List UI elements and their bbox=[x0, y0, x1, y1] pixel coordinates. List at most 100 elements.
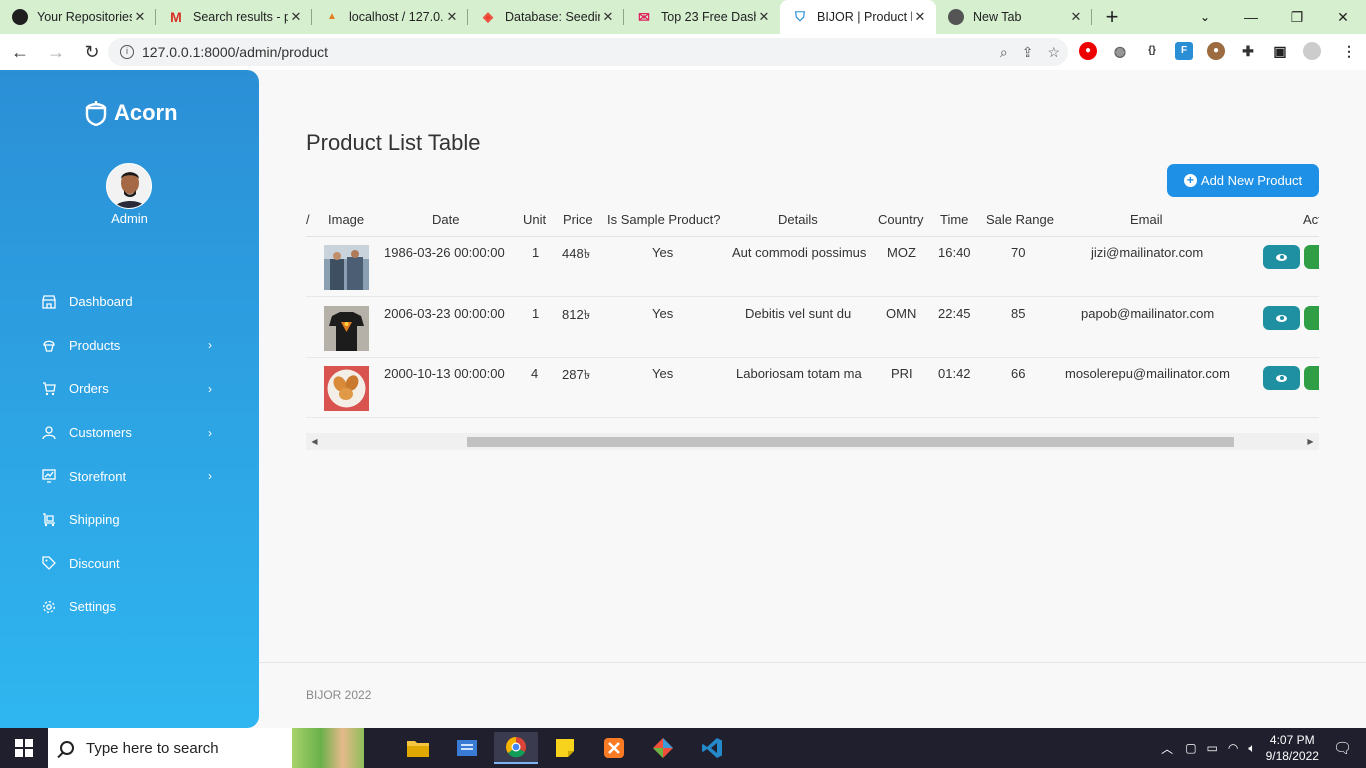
sidebar-item-dashboard[interactable]: Dashboard bbox=[42, 280, 222, 324]
scrollbar-thumb[interactable] bbox=[467, 437, 1234, 447]
browser-tab[interactable]: M Search results - p ✕ bbox=[156, 0, 312, 34]
notes-app-icon[interactable] bbox=[445, 732, 489, 764]
sticky-notes-icon[interactable] bbox=[543, 732, 587, 764]
wifi-icon[interactable]: ◠ bbox=[1228, 741, 1238, 755]
close-tab-icon[interactable]: ✕ bbox=[1068, 9, 1084, 25]
column-header: Sale Range bbox=[986, 212, 1054, 227]
gear-icon bbox=[42, 600, 56, 614]
browser-tab[interactable]: ◈ Database: Seedin ✕ bbox=[468, 0, 624, 34]
git-gui-icon[interactable] bbox=[641, 732, 685, 764]
chrome-taskbar-icon[interactable] bbox=[494, 732, 538, 764]
close-tab-icon[interactable]: ✕ bbox=[912, 9, 928, 25]
profile-avatar-icon[interactable] bbox=[1303, 42, 1321, 60]
meet-now-icon[interactable]: ▢ bbox=[1185, 741, 1196, 755]
browser-tab-active[interactable]: ⛉ BIJOR | Product li ✕ bbox=[780, 0, 936, 34]
cell-time: 16:40 bbox=[938, 245, 971, 260]
forward-icon[interactable]: → bbox=[40, 36, 72, 68]
new-tab-button[interactable]: + bbox=[1092, 0, 1132, 34]
sidebar-item-label: Dashboard bbox=[69, 294, 133, 310]
side-panel-icon[interactable]: ▣ bbox=[1271, 42, 1289, 60]
close-tab-icon[interactable]: ✕ bbox=[288, 9, 304, 25]
cookie-extension-icon[interactable]: ● bbox=[1207, 42, 1225, 60]
store-icon bbox=[42, 295, 56, 309]
column-header: Time bbox=[940, 212, 969, 227]
close-tab-icon[interactable]: ✕ bbox=[600, 9, 616, 25]
site-info-icon[interactable]: i bbox=[120, 45, 134, 59]
view-button[interactable] bbox=[1263, 306, 1300, 330]
adblock-extension-icon[interactable]: ● bbox=[1079, 42, 1097, 60]
brand-logo[interactable]: Acorn bbox=[84, 100, 178, 126]
zoom-icon[interactable]: ⌕ bbox=[1000, 44, 1008, 61]
chrome-menu-icon[interactable]: ⋮ bbox=[1340, 42, 1358, 60]
reload-icon[interactable]: ↻ bbox=[76, 36, 108, 68]
browser-tab[interactable]: New Tab ✕ bbox=[936, 0, 1092, 34]
eye-icon bbox=[1276, 374, 1287, 382]
horizontal-scrollbar[interactable]: ◀ ▶ bbox=[306, 433, 1319, 450]
show-hidden-icons-icon[interactable]: ︿ bbox=[1161, 740, 1173, 757]
sidebar-item-settings[interactable]: Settings bbox=[42, 585, 222, 629]
cell-details: Debitis vel sunt du bbox=[745, 306, 852, 321]
browser-tab[interactable]: ✉ Top 23 Free Dash ✕ bbox=[624, 0, 780, 34]
avatar[interactable] bbox=[106, 163, 152, 209]
product-thumbnail[interactable] bbox=[324, 245, 369, 290]
cell-date: 1986-03-26 00:00:00 bbox=[384, 245, 505, 260]
close-window-icon[interactable]: ✕ bbox=[1320, 0, 1366, 34]
view-button[interactable] bbox=[1263, 366, 1300, 390]
json-extension-icon[interactable]: {} bbox=[1143, 42, 1161, 60]
volume-icon[interactable]: 🔈︎ bbox=[1248, 741, 1255, 756]
chevron-right-icon: › bbox=[208, 469, 212, 484]
windows-start-icon[interactable] bbox=[0, 728, 48, 768]
minimize-icon[interactable]: — bbox=[1228, 0, 1274, 34]
globe-extension-icon[interactable]: ◍ bbox=[1111, 42, 1129, 60]
sidebar-item-products[interactable]: Products › bbox=[42, 324, 222, 368]
gmail-icon: M bbox=[170, 9, 182, 25]
close-tab-icon[interactable]: ✕ bbox=[132, 9, 148, 25]
sidebar-item-label: Shipping bbox=[69, 512, 120, 528]
view-button[interactable] bbox=[1263, 245, 1300, 269]
tab-search-icon[interactable]: ⌄ bbox=[1192, 0, 1218, 34]
share-icon[interactable]: ⇪ bbox=[1022, 44, 1034, 61]
close-tab-icon[interactable]: ✕ bbox=[444, 9, 460, 25]
extensions-puzzle-icon[interactable]: ✚ bbox=[1239, 42, 1257, 60]
taskbar-clock[interactable]: 4:07 PM 9/18/2022 bbox=[1266, 732, 1319, 764]
file-explorer-icon[interactable] bbox=[396, 732, 440, 764]
scroll-left-icon[interactable]: ◀ bbox=[306, 433, 323, 450]
table-row[interactable]: 2000-10-13 00:00:00 4 287৳ Yes Laboriosa… bbox=[306, 358, 1319, 418]
battery-icon[interactable]: ▭ bbox=[1207, 741, 1218, 755]
edit-button[interactable] bbox=[1304, 245, 1319, 269]
fi-extension-icon[interactable]: F bbox=[1175, 42, 1193, 60]
sidebar-item-shipping[interactable]: Shipping bbox=[42, 498, 222, 542]
notifications-icon[interactable]: 🗨︎ bbox=[1333, 739, 1352, 757]
sidebar-item-discount[interactable]: Discount bbox=[42, 542, 222, 586]
back-icon[interactable]: ← bbox=[4, 36, 36, 68]
add-new-product-button[interactable]: + Add New Product bbox=[1167, 164, 1319, 197]
browser-tab[interactable]: Your Repositories ✕ bbox=[0, 0, 156, 34]
user-name: Admin bbox=[111, 211, 148, 226]
product-thumbnail[interactable] bbox=[324, 366, 369, 411]
product-thumbnail[interactable] bbox=[324, 306, 369, 351]
github-icon bbox=[12, 9, 28, 25]
sidebar-item-customers[interactable]: Customers › bbox=[42, 411, 222, 455]
browser-tab[interactable]: ▲ localhost / 127.0. ✕ bbox=[312, 0, 468, 34]
scroll-right-icon[interactable]: ▶ bbox=[1302, 433, 1319, 450]
bookmark-star-icon[interactable]: ☆ bbox=[1047, 44, 1060, 61]
column-header: Is Sample Product? bbox=[607, 212, 721, 227]
table-row[interactable]: 1986-03-26 00:00:00 1 448৳ Yes Aut commo… bbox=[306, 237, 1319, 297]
cell-country: MOZ bbox=[887, 245, 916, 260]
vscode-icon[interactable] bbox=[690, 732, 734, 764]
sidebar-item-storefront[interactable]: Storefront › bbox=[42, 454, 222, 498]
edit-button[interactable] bbox=[1304, 366, 1319, 390]
restore-icon[interactable]: ❐ bbox=[1274, 0, 1320, 34]
sidebar-item-orders[interactable]: Orders › bbox=[42, 367, 222, 411]
xampp-icon[interactable] bbox=[592, 732, 636, 764]
cell-time: 22:45 bbox=[938, 306, 971, 321]
close-tab-icon[interactable]: ✕ bbox=[756, 9, 772, 25]
cell-sale-range: 66 bbox=[1011, 366, 1026, 381]
column-header: Image bbox=[328, 212, 365, 227]
address-bar[interactable]: i 127.0.0.1:8000/admin/product ⌕ ⇪ ☆ bbox=[108, 38, 1068, 66]
chart-icon bbox=[42, 469, 56, 483]
table-row[interactable]: 2006-03-23 00:00:00 1 812৳ Yes Debitis v… bbox=[306, 298, 1319, 358]
taskbar-search-input[interactable]: Type here to search bbox=[48, 728, 364, 768]
cell-email: papob@mailinator.com bbox=[1081, 306, 1215, 321]
edit-button[interactable] bbox=[1304, 306, 1319, 330]
